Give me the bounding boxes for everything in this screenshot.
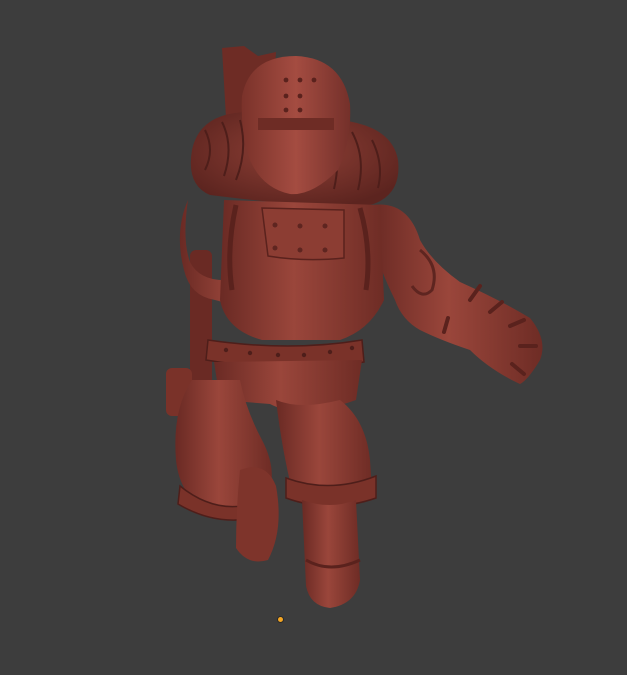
3d-viewport[interactable] [0, 0, 627, 675]
sculpted-model[interactable] [0, 0, 627, 675]
left-leg [175, 380, 279, 562]
right-leg [276, 400, 377, 608]
chest-armor [220, 200, 384, 340]
claw-arm [372, 204, 543, 384]
origin-marker [278, 617, 283, 622]
helmet [241, 56, 351, 195]
